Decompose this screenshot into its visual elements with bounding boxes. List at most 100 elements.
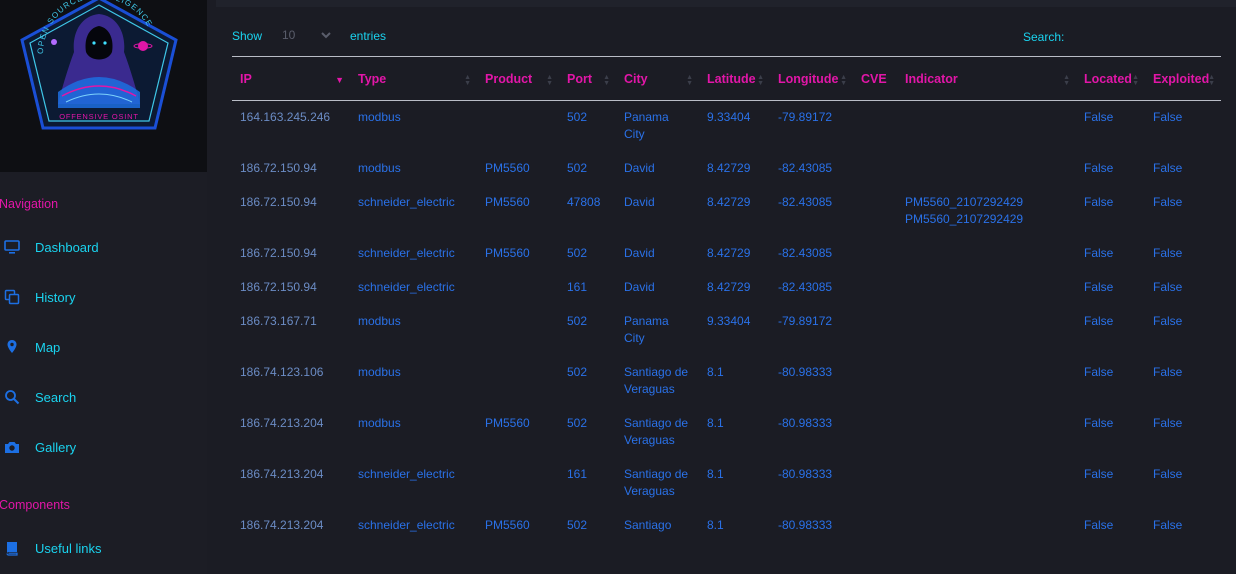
cell-indicator (897, 270, 1076, 304)
cell-latitude: 8.1 (707, 416, 724, 430)
cell-longitude: -80.98333 (778, 416, 833, 430)
sidebar-item-search[interactable]: Search (0, 380, 207, 416)
camera-icon (5, 442, 19, 453)
sidebar-item-map[interactable]: Map (0, 330, 207, 366)
cell-ip: 186.72.150.94 (240, 246, 317, 260)
table-row[interactable]: 186.72.150.94 modbus PM5560 502 David 8.… (232, 151, 1221, 185)
cell-latitude: 9.33404 (707, 314, 751, 328)
table-row[interactable]: 186.74.213.204 schneider_electric PM5560… (232, 508, 1221, 542)
cell-longitude: -82.43085 (778, 195, 833, 209)
sidebar-item-label: History (35, 290, 76, 305)
table-row[interactable]: 186.73.167.71 modbus 502 Panama City 9.3… (232, 304, 1221, 355)
cell-type: modbus (358, 161, 401, 175)
cell-type: schneider_electric (358, 518, 455, 532)
cell-longitude: -80.98333 (778, 467, 833, 481)
cell-ip: 164.163.245.246 (240, 110, 331, 124)
sort-icon: ▲ ▼ (546, 74, 553, 87)
cell-city: Santiago de Veraguas (624, 365, 689, 396)
cell-located: False (1084, 195, 1114, 209)
copy-icon (4, 289, 20, 305)
table-row[interactable]: 186.72.150.94 schneider_electric 161 Dav… (232, 270, 1221, 304)
column-header-cve[interactable]: CVE (853, 57, 897, 100)
osint-logo[interactable]: OPEN SOURCE INTELLIGENCE OFFENSIVE OSINT (10, 0, 188, 142)
cell-city: Panama City (624, 110, 669, 141)
sort-icon: ▲ ▼ (840, 74, 847, 87)
table-row[interactable]: 186.72.150.94 schneider_electric PM5560 … (232, 236, 1221, 270)
cell-ip: 186.74.213.204 (240, 518, 324, 532)
cell-city: Santiago de Veraguas (624, 416, 689, 447)
sidebar-item-history[interactable]: History (0, 280, 207, 316)
table-row[interactable]: 186.74.213.204 schneider_electric 161 Sa… (232, 457, 1221, 508)
cell-located: False (1084, 314, 1114, 328)
cell-cve (853, 355, 897, 406)
cell-type: schneider_electric (358, 195, 455, 209)
sidebar-item-gallery[interactable]: Gallery (0, 430, 207, 466)
column-header-product[interactable]: Product ▲ ▼ (477, 57, 559, 100)
column-header-ip[interactable]: IP ▼ (232, 57, 350, 100)
cell-latitude: 9.33404 (707, 110, 751, 124)
cell-indicator (897, 457, 1076, 508)
cell-type: modbus (358, 110, 401, 124)
table-row[interactable]: 186.74.213.204 modbus PM5560 502 Santiag… (232, 406, 1221, 457)
map-pin-icon (7, 340, 17, 353)
column-header-city[interactable]: City ▲ ▼ (616, 57, 699, 100)
cell-ip: 186.72.150.94 (240, 195, 317, 209)
cell-exploited: False (1153, 467, 1183, 481)
cell-product (477, 270, 559, 304)
search-input[interactable] (1072, 24, 1226, 48)
table-row[interactable]: 164.163.245.246 modbus 502 Panama City 9… (232, 100, 1221, 151)
cell-product: PM5560 (485, 416, 530, 430)
components-heading: Components (0, 498, 70, 512)
cell-latitude: 8.1 (707, 518, 724, 532)
cell-type: schneider_electric (358, 280, 455, 294)
table-row[interactable]: 186.74.123.106 modbus 502 Santiago de Ve… (232, 355, 1221, 406)
cell-latitude: 8.1 (707, 467, 724, 481)
column-header-type[interactable]: Type ▲ ▼ (350, 57, 477, 100)
column-header-exploited[interactable]: Exploited ▲ ▼ (1145, 57, 1221, 100)
cell-exploited: False (1153, 161, 1183, 175)
sidebar-item-label: Map (35, 340, 61, 355)
logo-area: OPEN SOURCE INTELLIGENCE OFFENSIVE OSINT (0, 0, 207, 172)
cell-exploited: False (1153, 280, 1183, 294)
cell-type: modbus (358, 314, 401, 328)
cell-ip: 186.74.213.204 (240, 416, 324, 430)
column-header-located[interactable]: Located ▲ ▼ (1076, 57, 1145, 100)
sidebar-item-useful-links[interactable]: Useful links (0, 531, 207, 567)
sort-icon: ▲ ▼ (1208, 74, 1215, 87)
cell-ip: 186.72.150.94 (240, 280, 317, 294)
cell-port: 502 (567, 518, 588, 532)
column-header-longitude[interactable]: Longitude ▲ ▼ (770, 57, 853, 100)
cell-longitude: -79.89172 (778, 110, 833, 124)
cell-located: False (1084, 416, 1114, 430)
results-table: IP ▼ Type ▲ ▼ Product ▲ ▼ Port ▲ ▼ City ▲ ▼ Latit… (232, 57, 1221, 542)
cell-exploited: False (1153, 110, 1183, 124)
cell-indicator: PM5560_2107292429 PM5560_2107292429 (905, 195, 1024, 226)
column-header-indicator[interactable]: Indicator ▲ ▼ (897, 57, 1076, 100)
top-bar (216, 0, 1236, 7)
sidebar-item-dashboard[interactable]: Dashboard (0, 230, 207, 266)
sort-icon: ▲ ▼ (757, 74, 764, 87)
book-icon (6, 542, 18, 556)
cell-indicator (897, 406, 1076, 457)
monitor-icon (4, 240, 20, 254)
cell-type: modbus (358, 416, 401, 430)
sort-desc-icon: ▼ (335, 75, 344, 85)
table-header-row: IP ▼ Type ▲ ▼ Product ▲ ▼ Port ▲ ▼ City ▲ ▼ Latit… (232, 57, 1221, 100)
cell-latitude: 8.42729 (707, 246, 751, 260)
cell-indicator (897, 508, 1076, 542)
cell-port: 502 (567, 110, 588, 124)
cell-city: David (624, 280, 655, 294)
column-header-latitude[interactable]: Latitude ▲ ▼ (699, 57, 770, 100)
table-row[interactable]: 186.72.150.94 schneider_electric PM5560 … (232, 185, 1221, 236)
cell-cve (853, 100, 897, 151)
logo-bottom-text: OFFENSIVE OSINT (59, 112, 139, 121)
cell-product (477, 100, 559, 151)
cell-longitude: -80.98333 (778, 518, 833, 532)
entries-length-select[interactable]: 10 (278, 25, 334, 45)
cell-indicator (897, 304, 1076, 355)
cell-ip: 186.73.167.71 (240, 314, 317, 328)
search-label: Search: (1023, 30, 1065, 44)
cell-cve (853, 151, 897, 185)
cell-city: David (624, 195, 655, 209)
column-header-port[interactable]: Port ▲ ▼ (559, 57, 616, 100)
